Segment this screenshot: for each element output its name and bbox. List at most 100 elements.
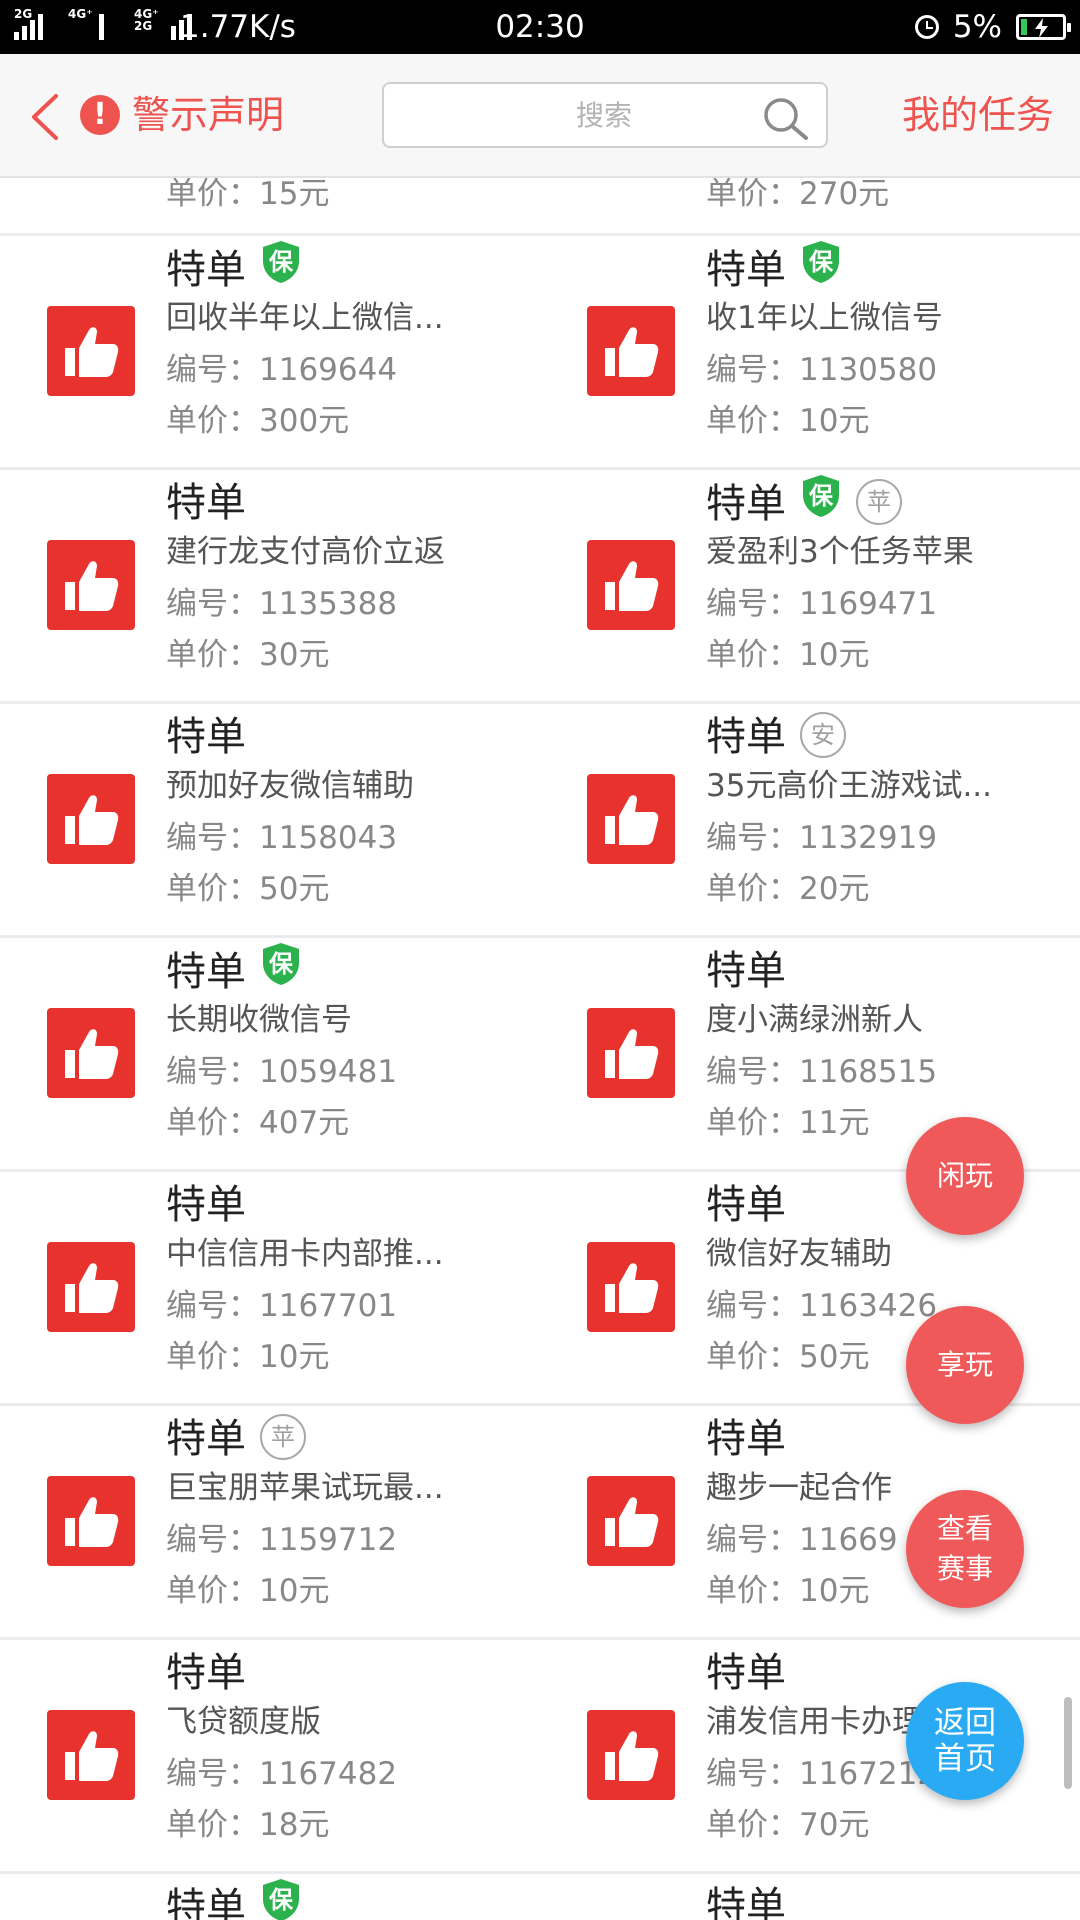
task-code: 编号：1169644	[166, 352, 398, 388]
task-card[interactable]: 特单苹巨宝朋苹果试玩最... 编号：1159712 单价：10元	[0, 1406, 540, 1637]
thumbs-up-icon	[47, 1242, 135, 1332]
task-name: 回收半年以上微信...	[166, 300, 444, 336]
task-title: 特单	[706, 1884, 786, 1920]
table-row[interactable]: 特单 预加好友微信辅助 编号：1158043 单价：50元 特单安 35元高价王游戏试..…	[0, 704, 1080, 938]
search-icon[interactable]	[762, 96, 810, 140]
task-price: 单价：407元	[166, 1105, 350, 1141]
back-home-button[interactable]: 返回 首页	[906, 1682, 1024, 1800]
task-title: 特单	[166, 480, 246, 526]
task-code: 编号：1167482	[166, 1756, 398, 1792]
task-name: 预加好友微信辅助	[166, 768, 414, 804]
task-list: 单价：15元 单价：270元 特单保回收半年以上微信... 编号：1169644 单…	[0, 0, 1080, 1920]
task-card[interactable]: 特单	[540, 1874, 1080, 1920]
platform-badge-icon: 苹	[260, 1414, 306, 1460]
task-title: 特单保	[706, 241, 842, 300]
task-card[interactable]: 特单保苹爱盈利3个任务苹果 编号：1169471 单价：10元	[540, 470, 1080, 701]
table-row[interactable]: 特单保 特单	[0, 1874, 1080, 1920]
task-name: 收1年以上微信号	[706, 300, 943, 336]
task-code: 编号：1168515	[706, 1054, 938, 1090]
svg-text:保: 保	[268, 248, 294, 276]
thumbs-up-icon	[587, 540, 675, 630]
task-title: 特单保	[166, 241, 302, 300]
task-card[interactable]: 特单 建行龙支付高价立返 编号：1135388 单价：30元	[0, 470, 540, 701]
task-name: 浦发信用卡办理	[706, 1704, 923, 1740]
thumbs-up-icon	[587, 1008, 675, 1098]
task-title: 特单	[166, 714, 246, 760]
task-card[interactable]: 特单保收1年以上微信号 编号：1130580 单价：10元	[540, 236, 1080, 467]
task-code: 编号：1130580	[706, 352, 938, 388]
task-code: 编号：1132919	[706, 820, 938, 856]
task-price: 单价：50元	[706, 1339, 870, 1375]
screen: 单价：15元 单价：270元 特单保回收半年以上微信... 编号：1169644 单…	[0, 0, 1080, 1920]
warning-statement-link[interactable]: 警示声明	[132, 90, 284, 140]
guarantee-badge-icon: 保	[260, 942, 302, 998]
task-name: 巨宝朋苹果试玩最...	[166, 1470, 444, 1506]
thumbs-up-icon	[587, 774, 675, 864]
task-title: 特单	[706, 1182, 786, 1228]
battery-percent: 5%	[952, 9, 1002, 45]
task-card[interactable]: 特单预加好友微信辅助 编号：1158043 单价：50元	[0, 704, 540, 935]
view-events-button[interactable]: 查看 赛事	[906, 1490, 1024, 1608]
task-name: 飞贷额度版	[166, 1704, 321, 1740]
thumbs-up-icon	[47, 1008, 135, 1098]
xiangwan-button[interactable]: 享玩	[906, 1306, 1024, 1424]
thumbs-up-icon	[47, 306, 135, 396]
my-tasks-link[interactable]: 我的任务	[902, 90, 1054, 140]
svg-text:保: 保	[268, 950, 294, 978]
task-code: 编号：1159712	[166, 1522, 398, 1558]
task-card[interactable]: 特单飞贷额度版编号：1167482 单价：18元	[0, 1640, 540, 1871]
search-placeholder: 搜索	[575, 99, 632, 132]
task-price: 单价：50元	[166, 871, 330, 907]
task-card[interactable]: 特单保长期收微信号编号：1059481 单价：407元	[0, 938, 540, 1169]
table-row[interactable]: 特单 建行龙支付高价立返 编号：1135388 单价：30元 特单保苹爱盈利3个任务苹果…	[0, 470, 1080, 704]
search-input[interactable]: 搜索	[382, 82, 828, 148]
task-title: 特单	[706, 1416, 786, 1462]
battery-icon	[1016, 14, 1071, 40]
svg-text:保: 保	[808, 482, 834, 510]
task-card[interactable]: 特单保	[0, 1874, 540, 1920]
task-price: 单价：70元	[706, 1807, 870, 1843]
guarantee-badge-icon: 保	[800, 474, 842, 530]
xianwan-button[interactable]: 闲玩	[906, 1117, 1024, 1235]
task-price: 单价：10元	[706, 1573, 870, 1609]
scrollbar[interactable]	[1064, 1697, 1072, 1789]
task-code: 编号：11669	[706, 1522, 898, 1558]
task-name: 趣步一起合作	[706, 1470, 892, 1506]
task-price: 单价：15元	[166, 176, 330, 212]
task-price: 单价：18元	[166, 1807, 330, 1843]
task-title: 特单安	[706, 712, 846, 762]
task-name: 微信好友辅助	[706, 1236, 892, 1272]
task-name: 爱盈利3个任务苹果	[706, 534, 974, 570]
task-card[interactable]: 特单安 35元高价王游戏试... 编号：1132919 单价：20元	[540, 704, 1080, 935]
task-title: 特单	[166, 1182, 246, 1228]
task-name: 建行龙支付高价立返	[166, 534, 445, 570]
svg-text:保: 保	[268, 1886, 294, 1914]
task-price: 单价：270元	[706, 176, 890, 212]
task-price: 单价：10元	[166, 1573, 330, 1609]
task-name: 35元高价王游戏试...	[706, 768, 993, 804]
task-name: 长期收微信号	[166, 1002, 352, 1038]
platform-badge-icon: 安	[800, 712, 846, 758]
app-header: ! 警示声明 搜索 我的任务	[0, 54, 1080, 178]
table-row[interactable]: 特单保回收半年以上微信... 编号：1169644 单价：300元 特单保收1年以上微…	[0, 236, 1080, 470]
warning-icon[interactable]: !	[80, 95, 120, 135]
back-arrow-icon[interactable]	[26, 92, 66, 142]
table-row[interactable]: 特单保长期收微信号 编号：1059481 单价：407元 特单 度小满绿洲新人 编号：11…	[0, 938, 1080, 1172]
task-title: 特单	[706, 948, 786, 994]
task-card[interactable]: 特单 中信信用卡内部推... 编号：1167701 单价：10元	[0, 1172, 540, 1403]
task-title: 特单保	[166, 943, 302, 1002]
guarantee-badge-icon: 保	[260, 1878, 302, 1920]
thumbs-up-icon	[47, 1710, 135, 1800]
platform-badge-icon: 苹	[856, 479, 902, 525]
task-price: 单价：11元	[706, 1105, 870, 1141]
task-code: 编号：1158043	[166, 820, 398, 856]
guarantee-badge-icon: 保	[800, 240, 842, 296]
task-title: 特单苹	[166, 1414, 306, 1464]
alarm-icon	[914, 15, 939, 39]
task-code: 编号：1059481	[166, 1054, 398, 1090]
task-title: 特单	[166, 1650, 246, 1696]
task-price: 单价：20元	[706, 871, 870, 907]
task-title: 特单	[706, 1650, 786, 1696]
thumbs-up-icon	[47, 540, 135, 630]
task-card[interactable]: 特单保回收半年以上微信... 编号：1169644 单价：300元	[0, 236, 540, 467]
